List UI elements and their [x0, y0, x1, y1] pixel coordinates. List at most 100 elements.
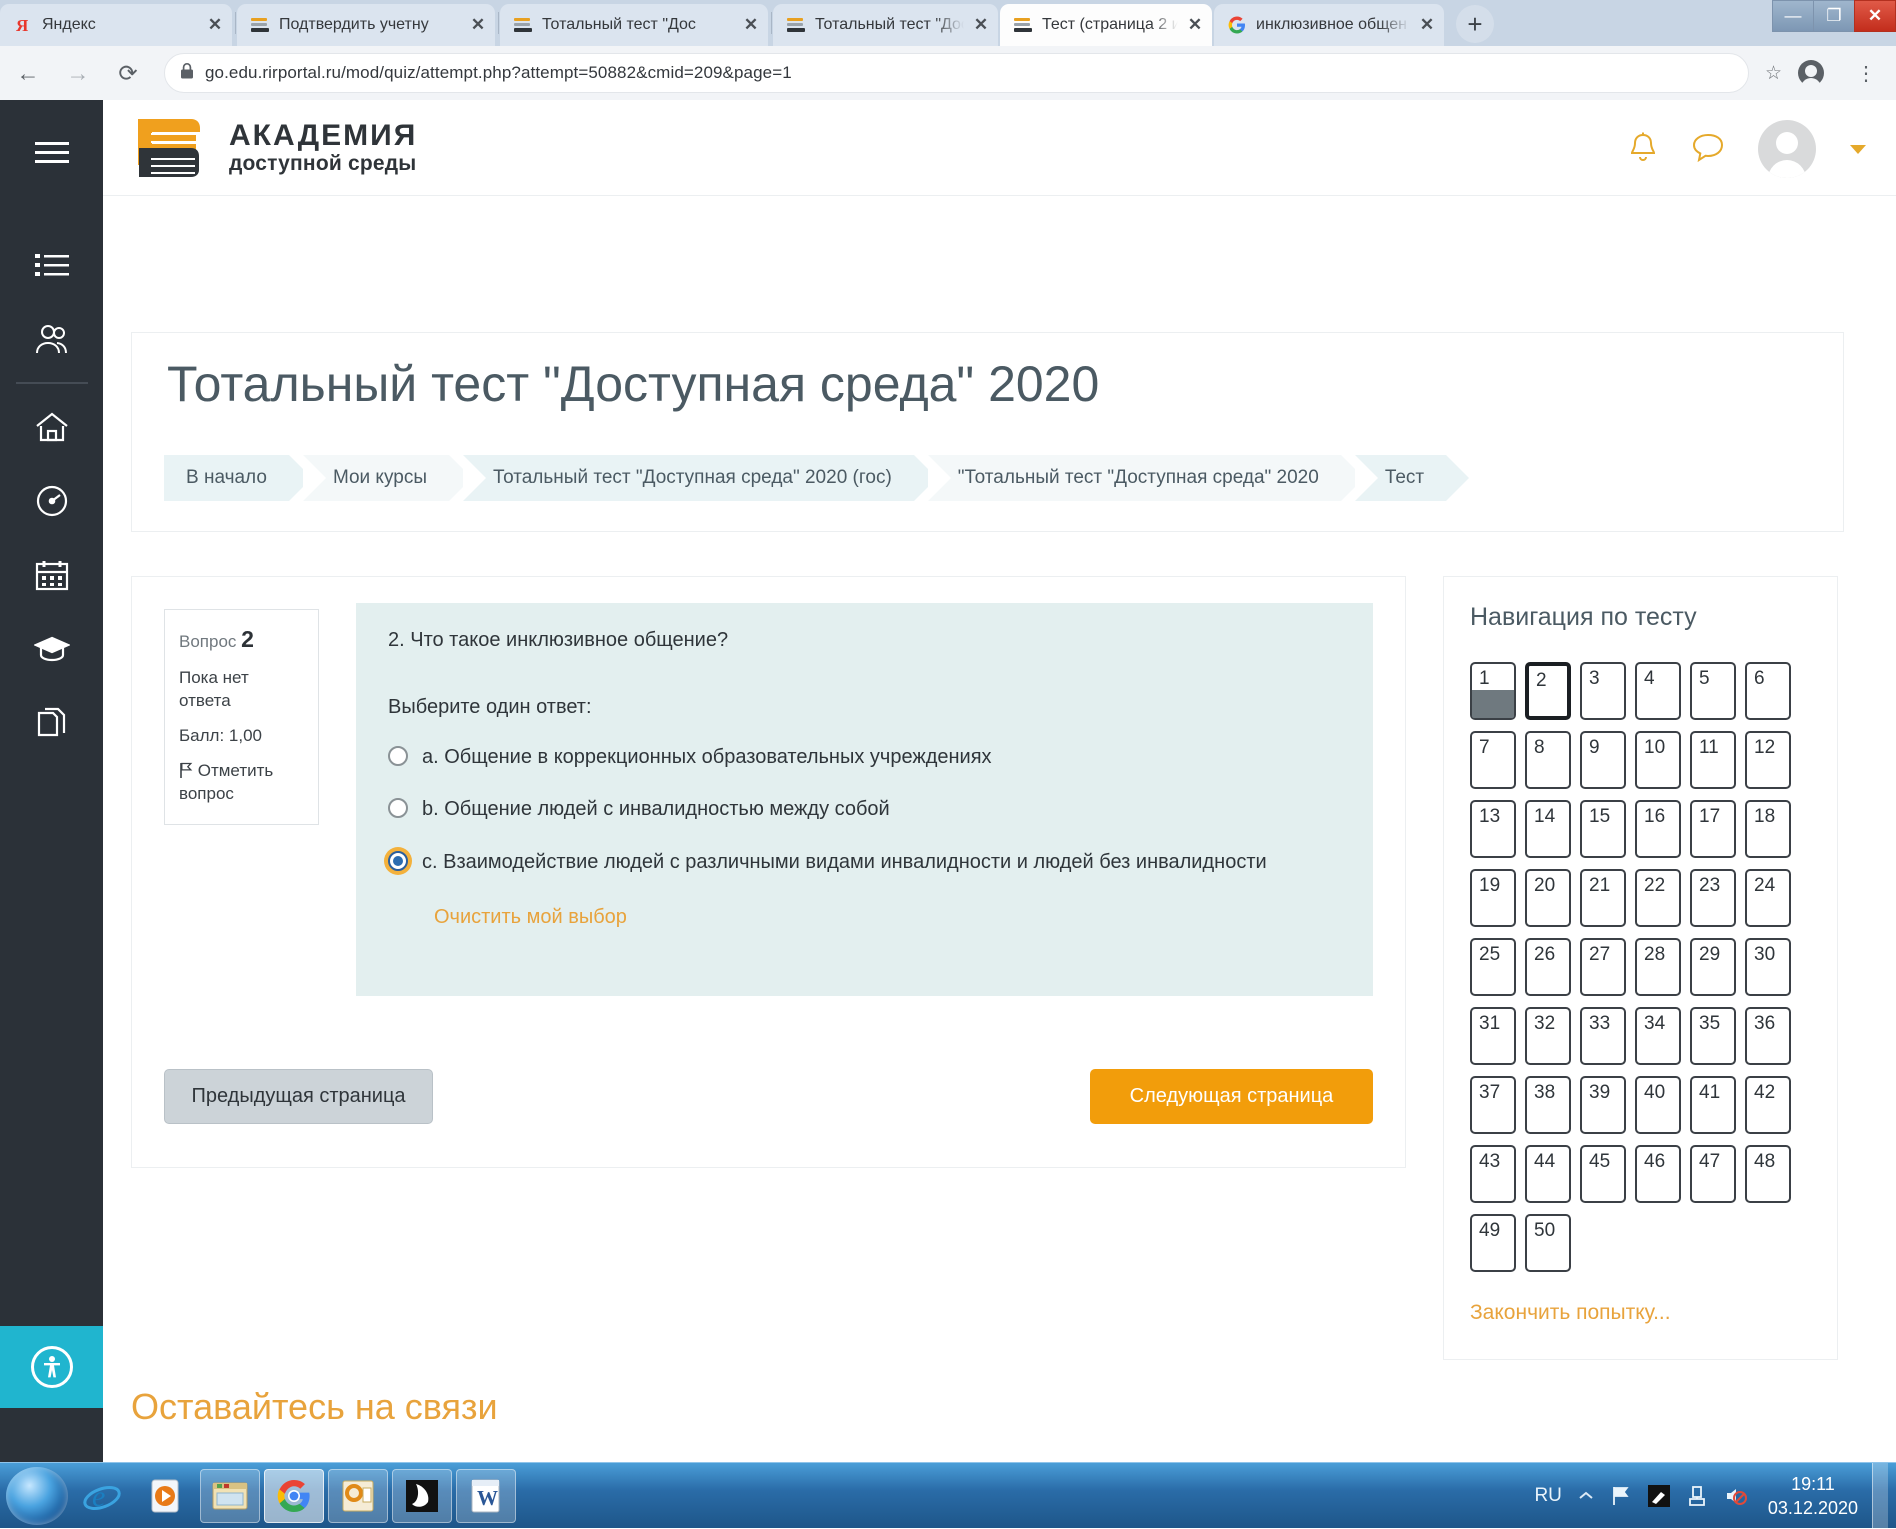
quiz-nav-question-40[interactable]: 40 — [1635, 1076, 1681, 1134]
answer-option-c-selected[interactable]: c. Взаимодействие людей с различными вид… — [388, 848, 1343, 876]
bookmark-star-icon[interactable]: ☆ — [1765, 62, 1782, 85]
quiz-nav-question-7[interactable]: 7 — [1470, 731, 1516, 789]
start-button[interactable] — [6, 1466, 68, 1525]
users-icon[interactable] — [0, 302, 103, 376]
quiz-nav-question-33[interactable]: 33 — [1580, 1007, 1626, 1065]
new-tab-button[interactable]: + — [1456, 5, 1494, 43]
radio-icon[interactable] — [388, 798, 408, 819]
flag-question-link[interactable]: Отметить вопрос — [179, 760, 304, 806]
quiz-nav-question-18[interactable]: 18 — [1745, 800, 1791, 858]
quiz-nav-question-3[interactable]: 3 — [1580, 662, 1626, 720]
finish-attempt-link[interactable]: Закончить попытку... — [1470, 1301, 1837, 1325]
quiz-nav-question-10[interactable]: 10 — [1635, 731, 1681, 789]
site-logo[interactable]: АКАДЕМИЯ доступной среды — [131, 114, 417, 182]
browser-tab-0[interactable]: Я Яндекс ✕ — [0, 4, 232, 46]
taskbar-clock[interactable]: 19:11 03.12.2020 — [1768, 1472, 1858, 1521]
browser-tab-1[interactable]: Подтвердить учетну ✕ — [237, 4, 495, 46]
dashboard-icon[interactable] — [0, 464, 103, 538]
quiz-nav-question-8[interactable]: 8 — [1525, 731, 1571, 789]
quiz-nav-question-47[interactable]: 47 — [1690, 1145, 1736, 1203]
tray-app-icon[interactable] — [1647, 1485, 1670, 1507]
quiz-nav-question-45[interactable]: 45 — [1580, 1145, 1626, 1203]
browser-tab-2[interactable]: Тотальный тест "Дос ✕ — [500, 4, 768, 46]
quiz-nav-question-36[interactable]: 36 — [1745, 1007, 1791, 1065]
answer-option-a[interactable]: a. Общение в коррекционных образовательн… — [388, 743, 1343, 771]
message-icon[interactable] — [1692, 132, 1724, 167]
address-bar[interactable]: go.edu.rirportal.ru/mod/quiz/attempt.php… — [164, 53, 1749, 93]
quiz-nav-question-27[interactable]: 27 — [1580, 938, 1626, 996]
breadcrumb-item-1[interactable]: Мои курсы — [302, 455, 473, 501]
quiz-nav-question-44[interactable]: 44 — [1525, 1145, 1571, 1203]
quiz-nav-question-19[interactable]: 19 — [1470, 869, 1516, 927]
quiz-nav-question-38[interactable]: 38 — [1525, 1076, 1571, 1134]
breadcrumb-item-3[interactable]: "Тотальный тест "Доступная среда" 2020 — [927, 455, 1364, 501]
tray-language[interactable]: RU — [1534, 1485, 1561, 1507]
quiz-nav-question-46[interactable]: 46 — [1635, 1145, 1681, 1203]
close-icon[interactable]: ✕ — [467, 14, 489, 36]
minimize-button[interactable]: — — [1772, 0, 1814, 32]
quiz-nav-question-49[interactable]: 49 — [1470, 1214, 1516, 1272]
quiz-nav-question-25[interactable]: 25 — [1470, 938, 1516, 996]
files-icon[interactable] — [0, 686, 103, 760]
browser-tab-3[interactable]: Тотальный тест "Дос ✕ — [773, 4, 998, 46]
close-icon[interactable]: ✕ — [740, 14, 762, 36]
avatar[interactable] — [1758, 120, 1816, 178]
accessibility-button[interactable] — [0, 1326, 103, 1408]
quiz-nav-question-2[interactable]: 2 — [1525, 662, 1571, 720]
previous-page-button[interactable]: Предыдущая страница — [164, 1069, 433, 1124]
quiz-nav-question-21[interactable]: 21 — [1580, 869, 1626, 927]
window-close-button[interactable]: ✕ — [1854, 0, 1896, 32]
graduation-cap-icon[interactable] — [0, 612, 103, 686]
quiz-nav-question-6[interactable]: 6 — [1745, 662, 1791, 720]
quiz-nav-question-41[interactable]: 41 — [1690, 1076, 1736, 1134]
word-icon[interactable]: W — [456, 1468, 516, 1523]
quiz-nav-question-35[interactable]: 35 — [1690, 1007, 1736, 1065]
calendar-icon[interactable] — [0, 538, 103, 612]
forward-icon[interactable]: → — [56, 51, 100, 95]
chevron-down-icon[interactable] — [1850, 144, 1866, 154]
quiz-nav-question-43[interactable]: 43 — [1470, 1145, 1516, 1203]
quiz-nav-question-20[interactable]: 20 — [1525, 869, 1571, 927]
outlook-icon[interactable] — [328, 1468, 388, 1523]
quiz-nav-question-15[interactable]: 15 — [1580, 800, 1626, 858]
chrome-icon[interactable] — [264, 1468, 324, 1523]
show-desktop-button[interactable] — [1872, 1463, 1888, 1529]
quiz-nav-question-22[interactable]: 22 — [1635, 869, 1681, 927]
quiz-nav-question-30[interactable]: 30 — [1745, 938, 1791, 996]
quiz-nav-question-39[interactable]: 39 — [1580, 1076, 1626, 1134]
volume-muted-icon[interactable] — [1724, 1485, 1748, 1507]
reload-icon[interactable]: ⟳ — [106, 51, 150, 95]
quiz-nav-question-29[interactable]: 29 — [1690, 938, 1736, 996]
quiz-nav-question-26[interactable]: 26 — [1525, 938, 1571, 996]
quiz-nav-question-32[interactable]: 32 — [1525, 1007, 1571, 1065]
explorer-icon[interactable] — [200, 1468, 260, 1523]
app-black-icon[interactable] — [392, 1468, 452, 1523]
close-icon[interactable]: ✕ — [1416, 14, 1438, 36]
chrome-menu-icon[interactable]: ⋮ — [1844, 51, 1888, 95]
radio-icon-selected[interactable] — [388, 850, 408, 871]
close-icon[interactable]: ✕ — [970, 14, 992, 36]
quiz-nav-question-17[interactable]: 17 — [1690, 800, 1736, 858]
close-icon[interactable]: ✕ — [1184, 14, 1206, 36]
quiz-nav-question-4[interactable]: 4 — [1635, 662, 1681, 720]
quiz-nav-question-5[interactable]: 5 — [1690, 662, 1736, 720]
hamburger-menu-icon[interactable] — [0, 116, 103, 190]
tray-chevron-up-icon[interactable] — [1578, 1490, 1594, 1502]
bell-icon[interactable] — [1628, 131, 1658, 168]
internet-explorer-icon[interactable]: e — [72, 1469, 132, 1523]
quiz-nav-question-13[interactable]: 13 — [1470, 800, 1516, 858]
quiz-nav-question-42[interactable]: 42 — [1745, 1076, 1791, 1134]
list-icon[interactable] — [0, 228, 103, 302]
quiz-nav-question-16[interactable]: 16 — [1635, 800, 1681, 858]
quiz-nav-question-34[interactable]: 34 — [1635, 1007, 1681, 1065]
chrome-profile-icon[interactable] — [1798, 60, 1824, 90]
quiz-nav-question-11[interactable]: 11 — [1690, 731, 1736, 789]
quiz-nav-question-1[interactable]: 1 — [1470, 662, 1516, 720]
browser-tab-5[interactable]: инклюзивное общен ✕ — [1214, 4, 1444, 46]
quiz-nav-question-37[interactable]: 37 — [1470, 1076, 1516, 1134]
clear-choice-link[interactable]: Очистить мой выбор — [434, 906, 1343, 929]
quiz-nav-question-12[interactable]: 12 — [1745, 731, 1791, 789]
close-icon[interactable]: ✕ — [204, 14, 226, 36]
browser-tab-4-active[interactable]: Тест (страница 2 из 5 ✕ — [1000, 4, 1212, 46]
back-icon[interactable]: ← — [6, 51, 50, 95]
